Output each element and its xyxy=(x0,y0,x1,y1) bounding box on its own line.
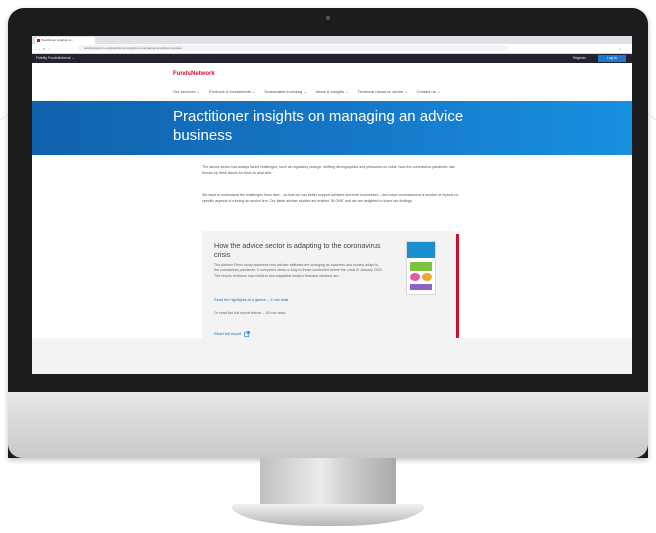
intro-paragraph-2: We want to understand the challenges fir… xyxy=(202,193,459,203)
highlights-link[interactable]: Read the highlights at a glance – 2 min … xyxy=(214,298,288,302)
nav-item-technical-resource[interactable]: Technical resource centre ⌄ xyxy=(358,89,408,94)
read-full-report-link[interactable]: Read full report xyxy=(214,331,251,337)
external-link-icon xyxy=(244,331,251,337)
nav-item-sustainable-investing[interactable]: Sustainable investing ⌄ xyxy=(264,89,306,94)
browser-toolbar-icons[interactable]: ☆ ⋮ xyxy=(618,47,628,51)
main-nav: Our services ⌄ Products & investments ⌄ … xyxy=(173,89,440,94)
site-selector[interactable]: Fidelity FundsNetwork ⌄ xyxy=(36,54,75,63)
screen: Practitioner insights on... ‹ › ↻ ⌂ fund… xyxy=(32,36,632,374)
nav-item-products[interactable]: Products & investments ⌄ xyxy=(209,89,255,94)
favicon-icon xyxy=(37,39,40,42)
page-footer-band xyxy=(32,338,632,374)
nav-item-news-insights[interactable]: News & insights ⌄ xyxy=(316,89,349,94)
register-link[interactable]: Register xyxy=(573,54,586,63)
tab-title: Practitioner insights on... xyxy=(41,38,74,42)
read-full-report-label: Read full report xyxy=(214,331,242,337)
monitor-stand xyxy=(260,458,396,508)
browser-tabbar: Practitioner insights on... xyxy=(32,36,632,44)
monitor-chin xyxy=(8,392,648,458)
browser-nav-buttons[interactable]: ‹ › ↻ ⌂ xyxy=(35,47,51,51)
address-bar[interactable]: fundsnetwork.co.uk/practitioner-insights… xyxy=(78,45,508,51)
report-card: How the advice sector is adapting to the… xyxy=(202,231,456,351)
site-logo[interactable]: FundsNetwork xyxy=(173,71,215,77)
address-bar-row: ‹ › ↻ ⌂ fundsnetwork.co.uk/practitioner-… xyxy=(32,44,632,54)
browser-tab[interactable]: Practitioner insights on... xyxy=(35,37,95,44)
report-cover-thumbnail[interactable] xyxy=(406,241,436,295)
site-top-bar: Fidelity FundsNetwork ⌄ Register Log in xyxy=(32,54,632,63)
card-title: How the advice sector is adapting to the… xyxy=(214,241,381,259)
hero-banner: Practitioner insights on managing an adv… xyxy=(32,101,632,155)
site-header: FundsNetwork Our services ⌄ Products & i… xyxy=(32,63,632,101)
nav-item-contact-us[interactable]: Contact us ⌄ xyxy=(417,89,441,94)
nav-item-our-services[interactable]: Our services ⌄ xyxy=(173,89,200,94)
camera-icon xyxy=(326,16,330,20)
page-title: Practitioner insights on managing an adv… xyxy=(173,108,464,144)
full-report-note: Or read the full report below – 15 min r… xyxy=(214,311,286,315)
intro-paragraph-1: The advice sector has always faced chall… xyxy=(202,165,455,175)
login-button[interactable]: Log in xyxy=(598,55,626,62)
card-body: The Adviser Firms study assesses how adv… xyxy=(214,263,383,278)
